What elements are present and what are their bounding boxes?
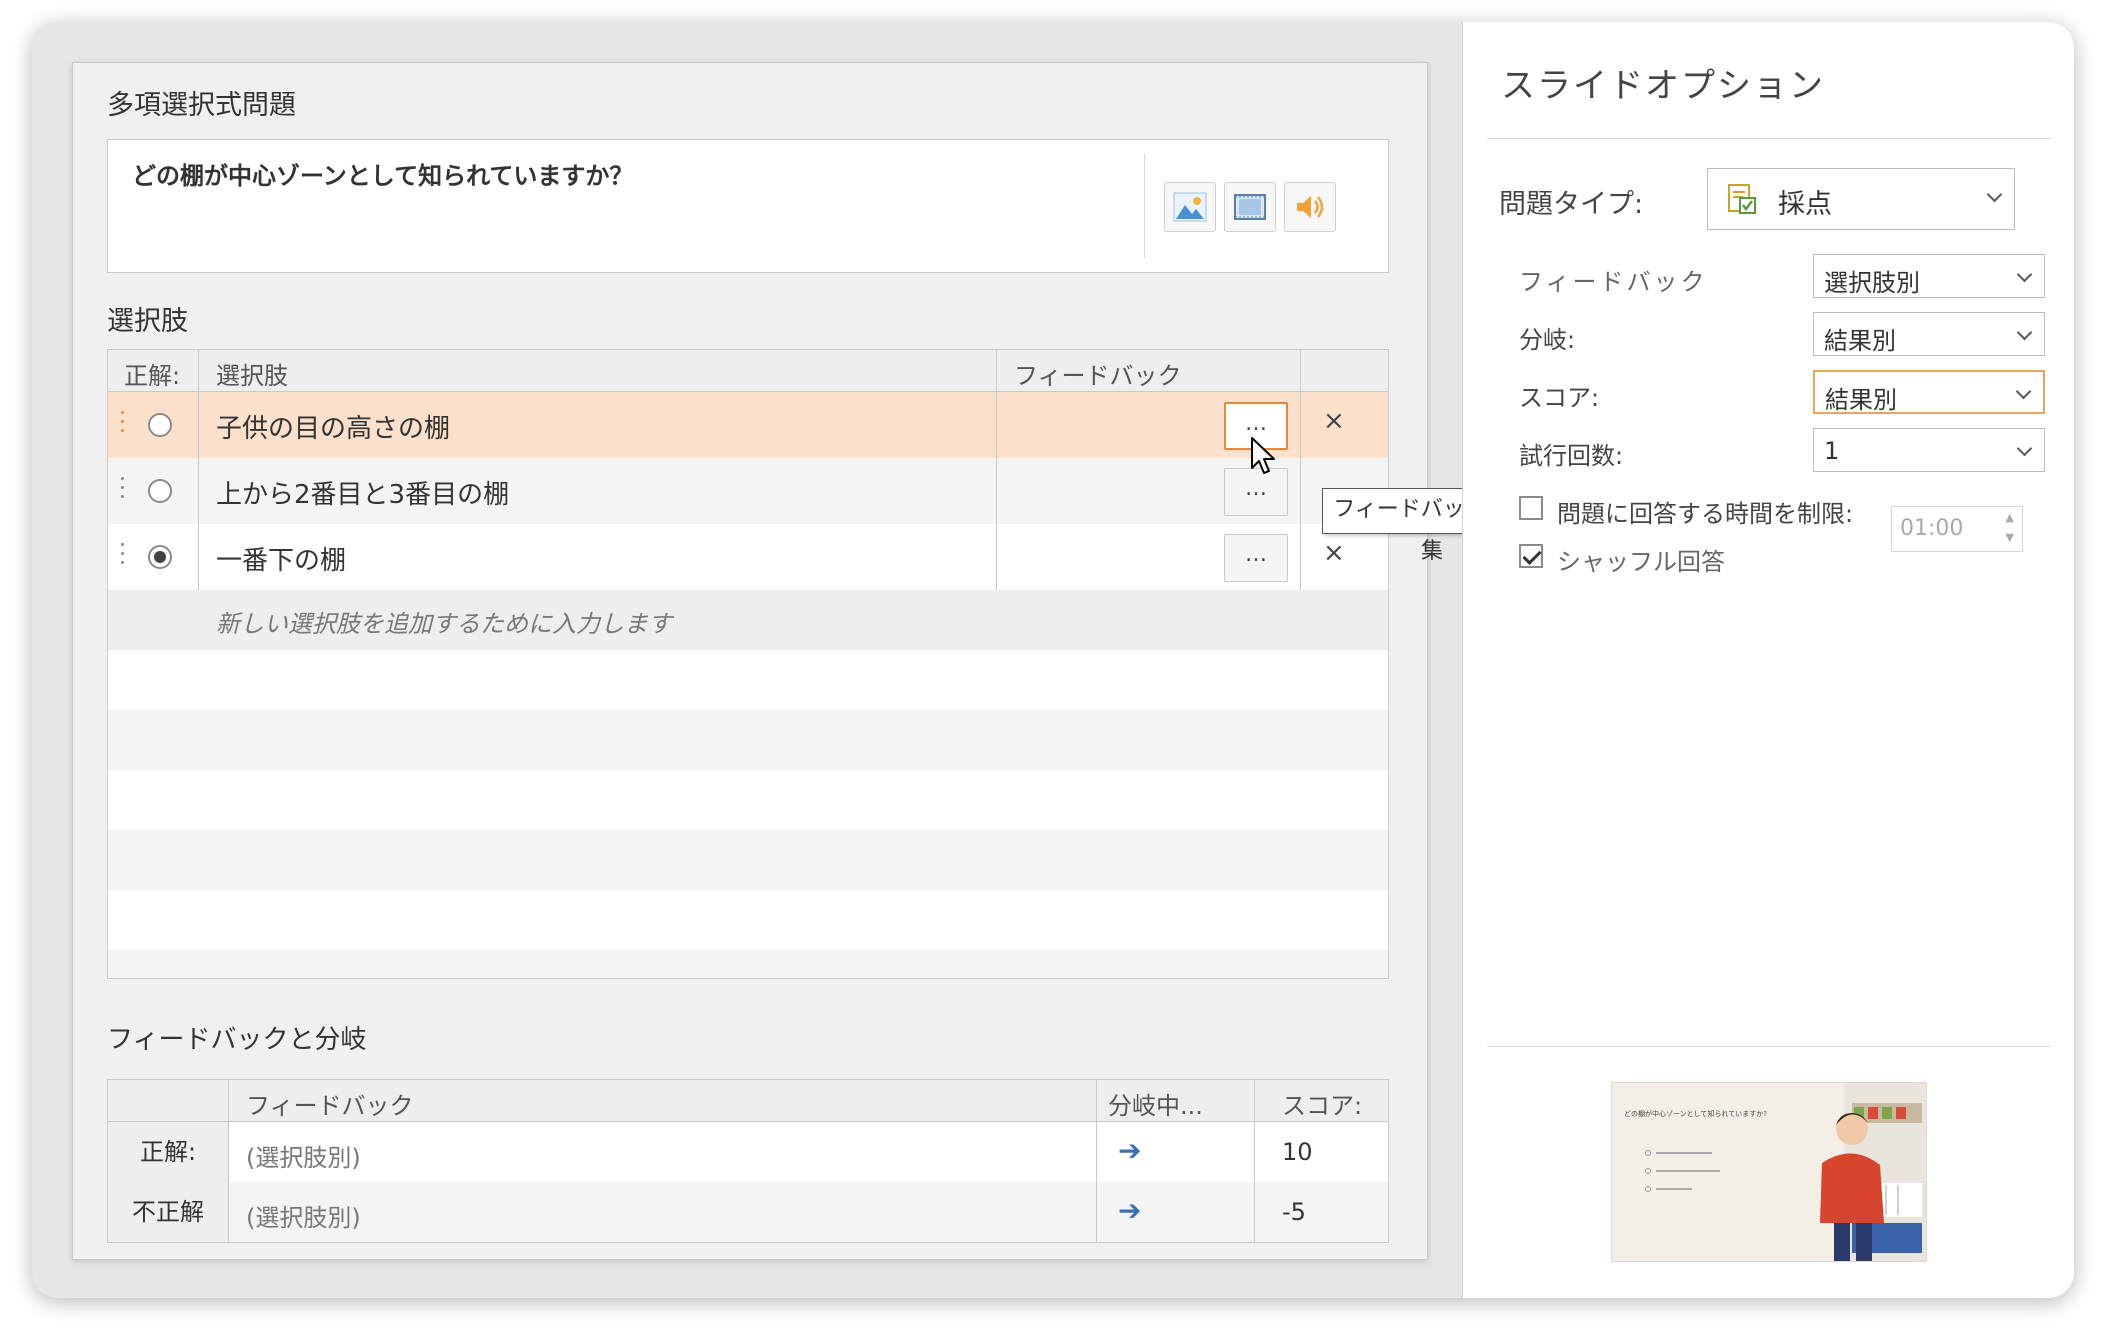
header-choice: 選択肢	[216, 362, 288, 390]
feedback-header: フィードバック 分岐中... スコア:	[108, 1080, 1388, 1122]
choice-row[interactable]: 子供の目の高さの棚 … ×	[108, 392, 1388, 458]
spin-up-icon[interactable]: ▲	[2006, 511, 2014, 524]
col-divider	[1254, 1080, 1255, 1242]
score-value[interactable]: -5	[1282, 1198, 1306, 1226]
col-divider	[1300, 350, 1301, 590]
choice-text[interactable]: 上から2番目と3番目の棚	[216, 474, 509, 511]
video-icon	[1234, 194, 1266, 220]
spin-down-icon[interactable]: ▼	[2006, 531, 2014, 544]
time-limit-value: 01:00	[1900, 516, 1964, 541]
mc-title: 多項選択式問題	[107, 90, 296, 121]
app-window: 多項選択式問題 どの棚が中心ゾーンとして知られていますか？ 選択肢 正解: 選択…	[32, 22, 2074, 1298]
choices-header: 正解: 選択肢 フィードバック	[108, 350, 1388, 392]
mouse-cursor-icon	[1251, 437, 1275, 474]
branch-arrow-icon[interactable]: ➔	[1118, 1134, 1141, 1167]
empty-row	[108, 830, 1388, 890]
insert-audio-button[interactable]	[1284, 182, 1336, 232]
empty-row	[108, 710, 1388, 770]
graded-icon	[1728, 184, 1756, 214]
col-divider	[198, 350, 199, 590]
choice-row[interactable]: 上から2番目と3番目の棚 …	[108, 458, 1388, 524]
branch-value: 結果別	[1824, 327, 1896, 355]
col-divider	[228, 1080, 229, 1242]
col-divider	[1096, 1080, 1097, 1242]
choices-table: 正解: 選択肢 フィードバック 子供の目の高さの棚 … × 上から2番目と3番目…	[107, 349, 1389, 979]
feedback-value[interactable]: (選択肢別)	[246, 1138, 361, 1173]
feedback-dropdown[interactable]: 選択肢別	[1813, 254, 2045, 298]
attempts-value: 1	[1824, 437, 1840, 465]
insert-video-button[interactable]	[1224, 182, 1276, 232]
attempts-label: 試行回数:	[1519, 442, 1624, 470]
audio-icon	[1297, 196, 1324, 218]
question-input[interactable]: どの棚が中心ゾーンとして知られていますか？	[107, 139, 1389, 273]
time-limit-spinner[interactable]: 01:00 ▲ ▼	[1891, 506, 2023, 552]
chevron-down-icon	[2016, 324, 2033, 341]
attempts-dropdown[interactable]: 1	[1813, 428, 2045, 472]
choice-text[interactable]: 子供の目の高さの棚	[216, 408, 450, 445]
branch-dropdown[interactable]: 結果別	[1813, 312, 2045, 356]
new-choice-placeholder: 新しい選択肢を追加するために入力します	[216, 610, 672, 638]
delete-choice-button[interactable]: ×	[1323, 538, 1345, 568]
empty-row	[108, 950, 1388, 978]
header-branch: 分岐中...	[1108, 1092, 1203, 1120]
image-icon	[1173, 192, 1207, 222]
correct-radio[interactable]	[148, 413, 172, 437]
chevron-down-icon	[1986, 186, 2003, 203]
header-score: スコア:	[1282, 1092, 1363, 1120]
question-type-value: 採点	[1778, 189, 1832, 220]
panel-title: スライドオプション	[1501, 66, 1825, 106]
separator	[1487, 1046, 2051, 1047]
score-dropdown[interactable]: 結果別	[1813, 370, 2045, 414]
branch-label: 分岐:	[1519, 326, 1576, 354]
header-feedback: フィードバック	[246, 1092, 414, 1120]
feedback-value: 選択肢別	[1824, 269, 1920, 297]
feedback-branch-title: フィードバックと分岐	[107, 1025, 367, 1055]
separator	[1487, 138, 2051, 139]
question-type-label: 問題タイプ:	[1499, 189, 1644, 220]
chevron-down-icon	[2016, 440, 2033, 457]
feedback-label: フィードバック	[1519, 268, 1708, 296]
new-choice-input[interactable]: 新しい選択肢を追加するために入力します	[108, 590, 1388, 650]
thumbnail-illustration	[1645, 1083, 1926, 1261]
score-value: 結果別	[1825, 386, 1897, 414]
question-text[interactable]: どの棚が中心ゾーンとして知られていますか？	[132, 156, 633, 191]
feedback-row-incorrect[interactable]: 不正解 (選択肢別) ➔ -5	[108, 1182, 1388, 1242]
header-feedback: フィードバック	[1014, 362, 1182, 390]
slide-thumbnail[interactable]: どの棚が中心ゾーンとして知られていますか?	[1611, 1082, 1927, 1262]
branch-arrow-icon[interactable]: ➔	[1118, 1194, 1141, 1227]
insert-image-button[interactable]	[1164, 182, 1216, 232]
header-correct: 正解:	[124, 362, 181, 390]
drag-handle[interactable]	[121, 477, 125, 505]
drag-handle[interactable]	[121, 411, 125, 439]
time-limit-checkbox[interactable]	[1519, 496, 1543, 520]
choice-row[interactable]: 一番下の棚 … ×	[108, 524, 1388, 590]
score-label: スコア:	[1519, 384, 1600, 412]
time-limit-label: 問題に回答する時間を制限:	[1557, 500, 1854, 528]
slide-options-panel: スライドオプション 問題タイプ: 採点 フィードバック 選択肢別 分岐: 結果別…	[1462, 22, 2074, 1298]
correct-radio[interactable]	[148, 479, 172, 503]
question-editor-panel: 多項選択式問題 どの棚が中心ゾーンとして知られていますか？ 選択肢 正解: 選択…	[72, 62, 1428, 1260]
feedback-row-correct[interactable]: 正解: (選択肢別) ➔ 10	[108, 1122, 1388, 1182]
drag-handle[interactable]	[121, 543, 125, 571]
feedback-value[interactable]: (選択肢別)	[246, 1198, 361, 1233]
chevron-down-icon	[2016, 266, 2033, 283]
choices-title: 選択肢	[107, 306, 188, 337]
shuffle-label: シャッフル回答	[1557, 548, 1725, 576]
row-label: 正解:	[108, 1122, 228, 1182]
choice-text[interactable]: 一番下の棚	[216, 540, 346, 577]
divider	[1144, 154, 1145, 258]
chevron-down-icon	[2015, 383, 2032, 400]
col-divider	[996, 350, 997, 590]
row-label: 不正解	[108, 1182, 228, 1242]
score-value[interactable]: 10	[1282, 1138, 1313, 1166]
question-type-dropdown[interactable]: 採点	[1707, 168, 2015, 230]
delete-choice-button[interactable]: ×	[1323, 406, 1345, 436]
feedback-table: フィードバック 分岐中... スコア: 正解: (選択肢別) ➔ 10 不正解 …	[107, 1079, 1389, 1243]
correct-radio[interactable]	[148, 545, 172, 569]
edit-feedback-button[interactable]: …	[1224, 534, 1288, 582]
shuffle-checkbox[interactable]	[1519, 544, 1543, 568]
